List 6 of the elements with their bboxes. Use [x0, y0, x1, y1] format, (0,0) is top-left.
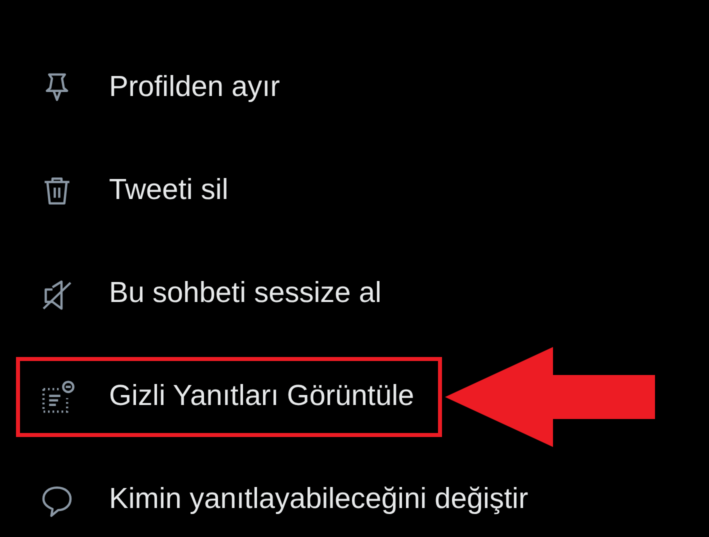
menu-item[interactable]: Profilden ayır	[16, 48, 308, 128]
menu-item[interactable]: Bu sohbeti sessize al	[16, 254, 410, 334]
menu-item[interactable]: Gizli Yanıtları Görüntüle	[16, 356, 442, 436]
menu-item[interactable]: Tweeti sil	[16, 150, 256, 230]
menu-item[interactable]: Kimin yanıtlayabileceğini değiştir	[16, 460, 556, 537]
arrow-icon	[445, 346, 656, 446]
